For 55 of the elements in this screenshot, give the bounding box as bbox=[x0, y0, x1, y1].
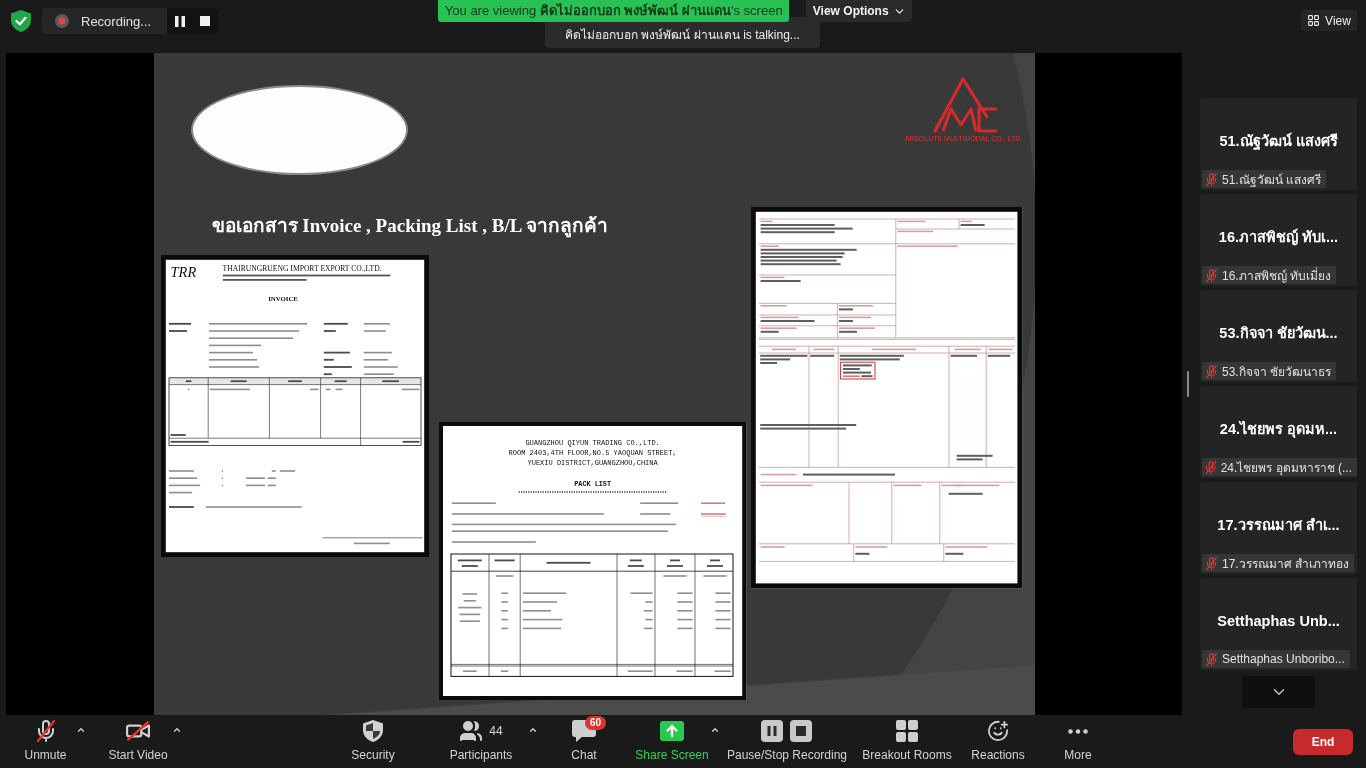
caret-icon[interactable] bbox=[710, 725, 720, 735]
stop-icon[interactable] bbox=[200, 16, 211, 26]
toolbar-button[interactable]: Reactions bbox=[967, 715, 1029, 768]
participant-name: Setthaphas Unb... bbox=[1217, 612, 1340, 631]
screen-share-banner: You are viewing คิดไม่ออกบอก พงษ์พัฒน์ ผ่านแดน's screen bbox=[438, 0, 790, 22]
toolbar-button[interactable]: Unmute bbox=[16, 715, 75, 768]
more-dots-icon bbox=[1068, 728, 1088, 734]
grid-icon bbox=[1307, 14, 1321, 27]
recording-dot-icon bbox=[55, 14, 69, 28]
people-icon bbox=[459, 719, 484, 743]
pause-icon[interactable] bbox=[174, 15, 185, 27]
participant-count: 44 bbox=[489, 724, 503, 738]
participant-label: 16.ภาสพิชญ์ ทับเมี่ยง bbox=[1222, 266, 1331, 285]
toolbar-button[interactable]: Breakout Rooms bbox=[862, 715, 952, 768]
toolbar-button[interactable]: Share Screen bbox=[632, 715, 712, 768]
caret-icon[interactable] bbox=[528, 725, 538, 735]
participant-name: 53.กิจจา ชัยวัฒน... bbox=[1219, 324, 1338, 343]
logo-text: TRR bbox=[170, 264, 196, 281]
caret-icon[interactable] bbox=[172, 725, 182, 735]
four-squares-icon bbox=[896, 720, 918, 742]
toolbar-button[interactable]: Pause/Stop Recording bbox=[722, 715, 852, 768]
participant-tile[interactable]: 51.ณัฐวัฒน์ แสงศรี 51.ณัฐวัฒน์ แสงศรี bbox=[1200, 98, 1357, 190]
participant-tile[interactable]: 24.ไชยพร อุดมห... 24.ไชยพร อุดมหาราช (... bbox=[1200, 386, 1357, 478]
participant-name: 17.วรรณมาศ สำเ... bbox=[1217, 516, 1340, 535]
resize-handle[interactable] bbox=[1187, 371, 1189, 397]
toolbar-button[interactable]: 44 Participants bbox=[445, 715, 517, 768]
end-meeting-button[interactable]: End bbox=[1293, 728, 1353, 755]
stop-icon[interactable] bbox=[790, 720, 813, 742]
share-screen-icon bbox=[660, 721, 684, 741]
shield-icon bbox=[363, 720, 383, 742]
toolbar-button[interactable]: Security bbox=[344, 715, 402, 768]
participant-tile[interactable]: 16.ภาสพิชญ์ ทับเ... 16.ภาสพิชญ์ ทับเมี่ยง bbox=[1200, 194, 1357, 286]
view-button[interactable]: View bbox=[1301, 10, 1357, 31]
participant-label: 17.วรรณมาศ สำเภาทอง bbox=[1222, 555, 1349, 573]
participant-tile[interactable]: Setthaphas Unb... Setthaphas Unboribo... bbox=[1200, 578, 1357, 670]
participant-label: Setthaphas Unboribo... bbox=[1222, 652, 1345, 666]
participant-label: 53.กิจจา ชัยวัฒนาธร bbox=[1222, 363, 1331, 381]
caret-icon[interactable] bbox=[75, 725, 86, 735]
participant-label: 51.ณัฐวัฒน์ แสงศรี bbox=[1222, 171, 1321, 189]
view-options-button[interactable]: View Options bbox=[806, 0, 912, 22]
toolbar-button[interactable]: 60 Chat bbox=[555, 715, 613, 768]
participant-label: 24.ไชยพร อุดมหาราช (... bbox=[1220, 459, 1352, 477]
participant-name: 51.ณัฐวัฒน์ แสงศรี bbox=[1219, 131, 1338, 151]
pause-icon[interactable] bbox=[761, 720, 784, 742]
slide-title: ขอเอกสาร Invoice , Packing List , B/L จากลูกค้า bbox=[211, 214, 609, 239]
participant-name: 24.ไชยพร อุดมห... bbox=[1219, 420, 1338, 439]
recording-label: Recording... bbox=[81, 13, 152, 29]
participant-tile[interactable]: 53.กิจจา ชัยวัฒน... 53.กิจจา ชัยวัฒนาธร bbox=[1200, 290, 1357, 382]
participant-tile[interactable]: 17.วรรณมาศ สำเ... 17.วรรณมาศ สำเภาทอง bbox=[1200, 482, 1357, 574]
unread-badge: 60 bbox=[585, 716, 607, 730]
toolbar-button[interactable]: Start Video bbox=[104, 715, 172, 768]
shield-check-icon[interactable] bbox=[11, 10, 31, 32]
participant-name: 16.ภาสพิชญ์ ทับเ... bbox=[1218, 227, 1339, 247]
smiley-plus-icon bbox=[987, 720, 1009, 742]
toolbar-button[interactable]: More bbox=[1049, 715, 1107, 768]
